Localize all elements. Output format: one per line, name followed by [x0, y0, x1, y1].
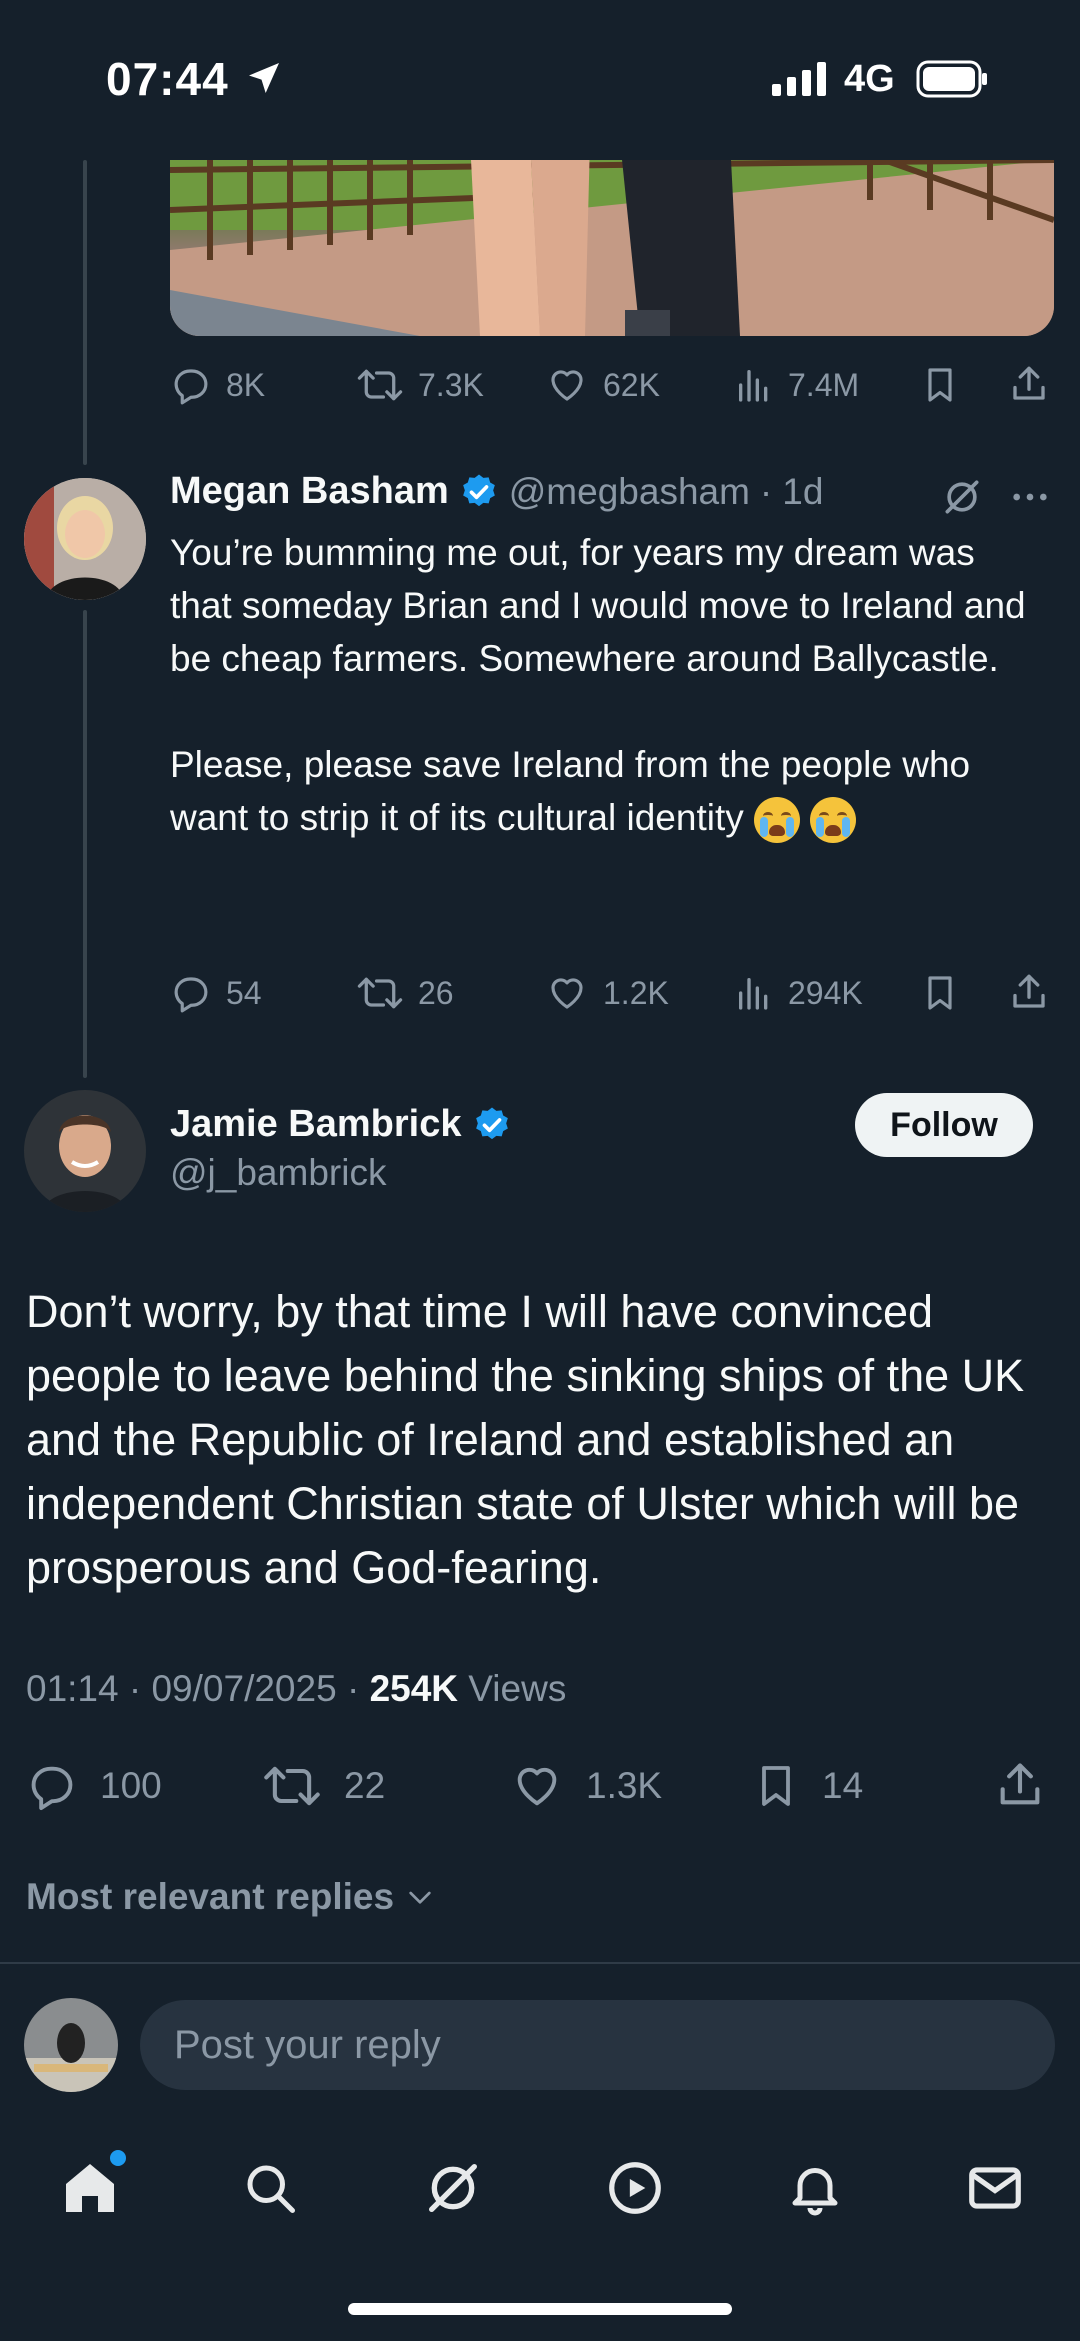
- tab-video[interactable]: [595, 2148, 675, 2228]
- main-tweet-text: Don’t worry, by that time I will have co…: [26, 1286, 1025, 1593]
- reply-count: 100: [100, 1765, 162, 1806]
- tweet-date: 09/07/2025: [151, 1668, 337, 1709]
- crying-face-emoji-icon: [810, 797, 857, 844]
- reply-icon: [31, 1766, 73, 1811]
- verified-badge-icon: [459, 472, 499, 512]
- reply-header: Megan Basham @megbasham · 1d: [170, 470, 823, 513]
- notification-dot: [110, 2150, 126, 2166]
- battery-icon: [916, 60, 988, 98]
- reply-count: 8K: [226, 366, 266, 403]
- reply-tweet-text: You’re bumming me out, for years my drea…: [170, 526, 1030, 844]
- views-button[interactable]: 294K: [734, 972, 863, 1014]
- verified-badge-icon: [472, 1105, 512, 1145]
- signal-icon: [772, 62, 830, 96]
- author-handle[interactable]: @j_bambrick: [170, 1152, 386, 1194]
- grok-icon[interactable]: [940, 475, 984, 519]
- repost-count: 22: [344, 1765, 386, 1806]
- views-count: 254K: [369, 1668, 459, 1709]
- share-icon[interactable]: [1008, 362, 1050, 406]
- reply-button[interactable]: 8K: [170, 364, 265, 406]
- chevron-down-icon: [409, 1891, 431, 1904]
- bookmark-icon[interactable]: [920, 972, 960, 1014]
- reply-input[interactable]: Post your reply: [140, 2000, 1055, 2090]
- views-count: 7.4M: [788, 366, 860, 403]
- heart-icon: [517, 1767, 557, 1806]
- separator-dot: ·: [128, 1668, 142, 1709]
- main-author-row: Jamie Bambrick: [170, 1103, 512, 1146]
- views-button[interactable]: 7.4M: [734, 364, 859, 406]
- tweet-time: 01:14: [26, 1668, 119, 1709]
- tab-messages[interactable]: [955, 2148, 1035, 2228]
- bookmark-icon[interactable]: [920, 364, 960, 406]
- reply-icon: [174, 369, 208, 405]
- bookmark-count: 14: [822, 1765, 864, 1806]
- avatar[interactable]: [24, 1090, 146, 1212]
- repost-icon: [264, 1766, 320, 1806]
- bookmark-button[interactable]: 14: [752, 1760, 863, 1812]
- tweet-age: 1d: [782, 470, 824, 512]
- follow-button[interactable]: Follow: [855, 1093, 1033, 1157]
- like-count: 62K: [603, 366, 660, 403]
- like-count: 1.3K: [586, 1765, 663, 1806]
- grok-icon: [429, 2164, 477, 2212]
- like-button[interactable]: 1.2K: [545, 972, 669, 1014]
- repost-button[interactable]: 22: [262, 1760, 385, 1812]
- tab-search[interactable]: [230, 2148, 310, 2228]
- network-label: 4G: [844, 58, 895, 100]
- replies-sort-dropdown[interactable]: Most relevant replies: [26, 1876, 436, 1918]
- repost-count: 26: [418, 974, 454, 1011]
- avatar[interactable]: [24, 478, 146, 600]
- thread-line: [83, 610, 87, 1078]
- share-icon[interactable]: [994, 1758, 1046, 1812]
- home-indicator: [348, 2303, 732, 2315]
- tweet-media-image[interactable]: [170, 140, 1054, 336]
- reply-text-paragraph-1: You’re bumming me out, for years my drea…: [170, 532, 1026, 679]
- bookmark-icon: [762, 1766, 790, 1806]
- location-arrow-icon: [244, 58, 284, 98]
- reply-button[interactable]: 54: [170, 972, 262, 1014]
- thread-line: [83, 160, 87, 465]
- notifications-icon: [792, 2168, 838, 2216]
- tab-notifications[interactable]: [775, 2148, 855, 2228]
- reply-count: 54: [226, 974, 262, 1011]
- status-bar: 07:44 4G: [0, 0, 1080, 160]
- heart-icon: [551, 978, 583, 1009]
- repost-icon: [357, 369, 403, 401]
- author-handle[interactable]: @megbasham: [509, 471, 750, 513]
- repost-count: 7.3K: [418, 366, 484, 403]
- author-name[interactable]: Jamie Bambrick: [170, 1103, 462, 1146]
- analytics-icon: [739, 978, 768, 1010]
- separator-dot: ·: [346, 1668, 360, 1709]
- messages-icon: [969, 2167, 1021, 2209]
- share-icon[interactable]: [1008, 970, 1050, 1014]
- repost-icon: [357, 977, 403, 1009]
- home-icon: [66, 2164, 114, 2212]
- video-icon: [609, 2162, 661, 2214]
- replies-sort-label: Most relevant replies: [26, 1876, 395, 1917]
- search-icon: [247, 2165, 295, 2213]
- repost-button[interactable]: 26: [356, 972, 454, 1014]
- like-count: 1.2K: [603, 974, 669, 1011]
- tab-grok[interactable]: [413, 2148, 493, 2228]
- like-button[interactable]: 62K: [545, 364, 660, 406]
- reply-button[interactable]: 100: [26, 1760, 162, 1812]
- views-count: 294K: [788, 974, 863, 1011]
- repost-button[interactable]: 7.3K: [356, 364, 484, 406]
- tweet-metadata: 01:14 · 09/07/2025 · 254K Views: [26, 1668, 566, 1710]
- tab-home[interactable]: [50, 2148, 130, 2228]
- author-name[interactable]: Megan Basham: [170, 470, 449, 513]
- reply-icon: [174, 977, 208, 1013]
- heart-icon: [551, 370, 583, 401]
- like-button[interactable]: 1.3K: [510, 1760, 662, 1812]
- status-time: 07:44: [106, 53, 229, 105]
- divider: [0, 1962, 1080, 1964]
- more-options-icon[interactable]: [1010, 480, 1050, 514]
- avatar[interactable]: [24, 1998, 118, 2092]
- crying-face-emoji-icon: [754, 797, 801, 844]
- analytics-icon: [739, 370, 768, 402]
- views-label: Views: [468, 1668, 567, 1709]
- separator-dot: ·: [759, 470, 773, 512]
